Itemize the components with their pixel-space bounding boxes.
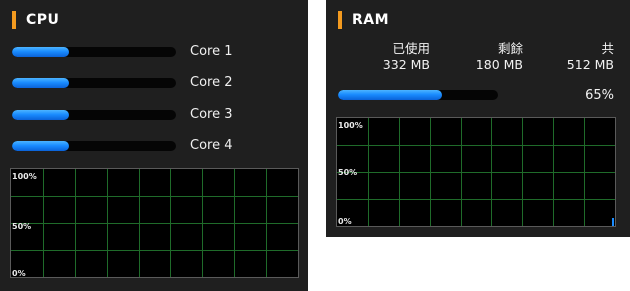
cpu-graph-grid (11, 169, 298, 277)
core-3-bar (12, 110, 176, 120)
cpu-history-graph: 100% 50% 0% (10, 168, 299, 278)
cpu-title-text: CPU (26, 12, 60, 28)
ram-free-label: 剩餘 (497, 41, 523, 56)
ram-graph-label-100: 100% (338, 121, 363, 130)
ram-usage-fill (338, 90, 442, 100)
core-3-fill (12, 110, 70, 120)
core-1-bar (12, 47, 176, 57)
ram-title: RAM (338, 11, 389, 29)
core-2-bar (12, 78, 176, 88)
ram-title-text: RAM (352, 12, 390, 28)
ram-graph-label-50: 50% (338, 168, 358, 177)
ram-usage-bar (338, 90, 498, 100)
cpu-title-accent (12, 11, 16, 29)
ram-graph-label-0: 0% (338, 217, 352, 226)
ram-used-value: 332 MB (382, 57, 430, 72)
ram-history-graph: 100% 50% 0% (336, 117, 616, 227)
core-1-fill (12, 47, 70, 57)
ram-free-value: 180 MB (475, 57, 523, 72)
ram-total-label: 共 (601, 41, 614, 56)
ram-usage-percent: 65% (585, 88, 614, 103)
ram-graph-grid (337, 118, 615, 226)
core-row-4: Core 4 (12, 138, 302, 153)
core-1-label: Core 1 (190, 44, 233, 59)
core-3-label: Core 3 (190, 107, 233, 122)
cpu-graph-label-50: 50% (12, 222, 32, 231)
cpu-graph-label-0: 0% (12, 269, 26, 278)
core-4-fill (12, 141, 70, 151)
core-2-label: Core 2 (190, 75, 233, 90)
core-row-2: Core 2 (12, 75, 302, 90)
core-4-label: Core 4 (190, 138, 233, 153)
core-row-3: Core 3 (12, 107, 302, 122)
cpu-graph-label-100: 100% (12, 172, 37, 181)
ram-used-label: 已使用 (392, 41, 430, 56)
core-2-fill (12, 78, 70, 88)
cpu-title: CPU (12, 11, 59, 29)
core-4-bar (12, 141, 176, 151)
ram-title-accent (338, 11, 342, 29)
core-row-1: Core 1 (12, 44, 302, 59)
ram-total-value: 512 MB (566, 57, 614, 72)
